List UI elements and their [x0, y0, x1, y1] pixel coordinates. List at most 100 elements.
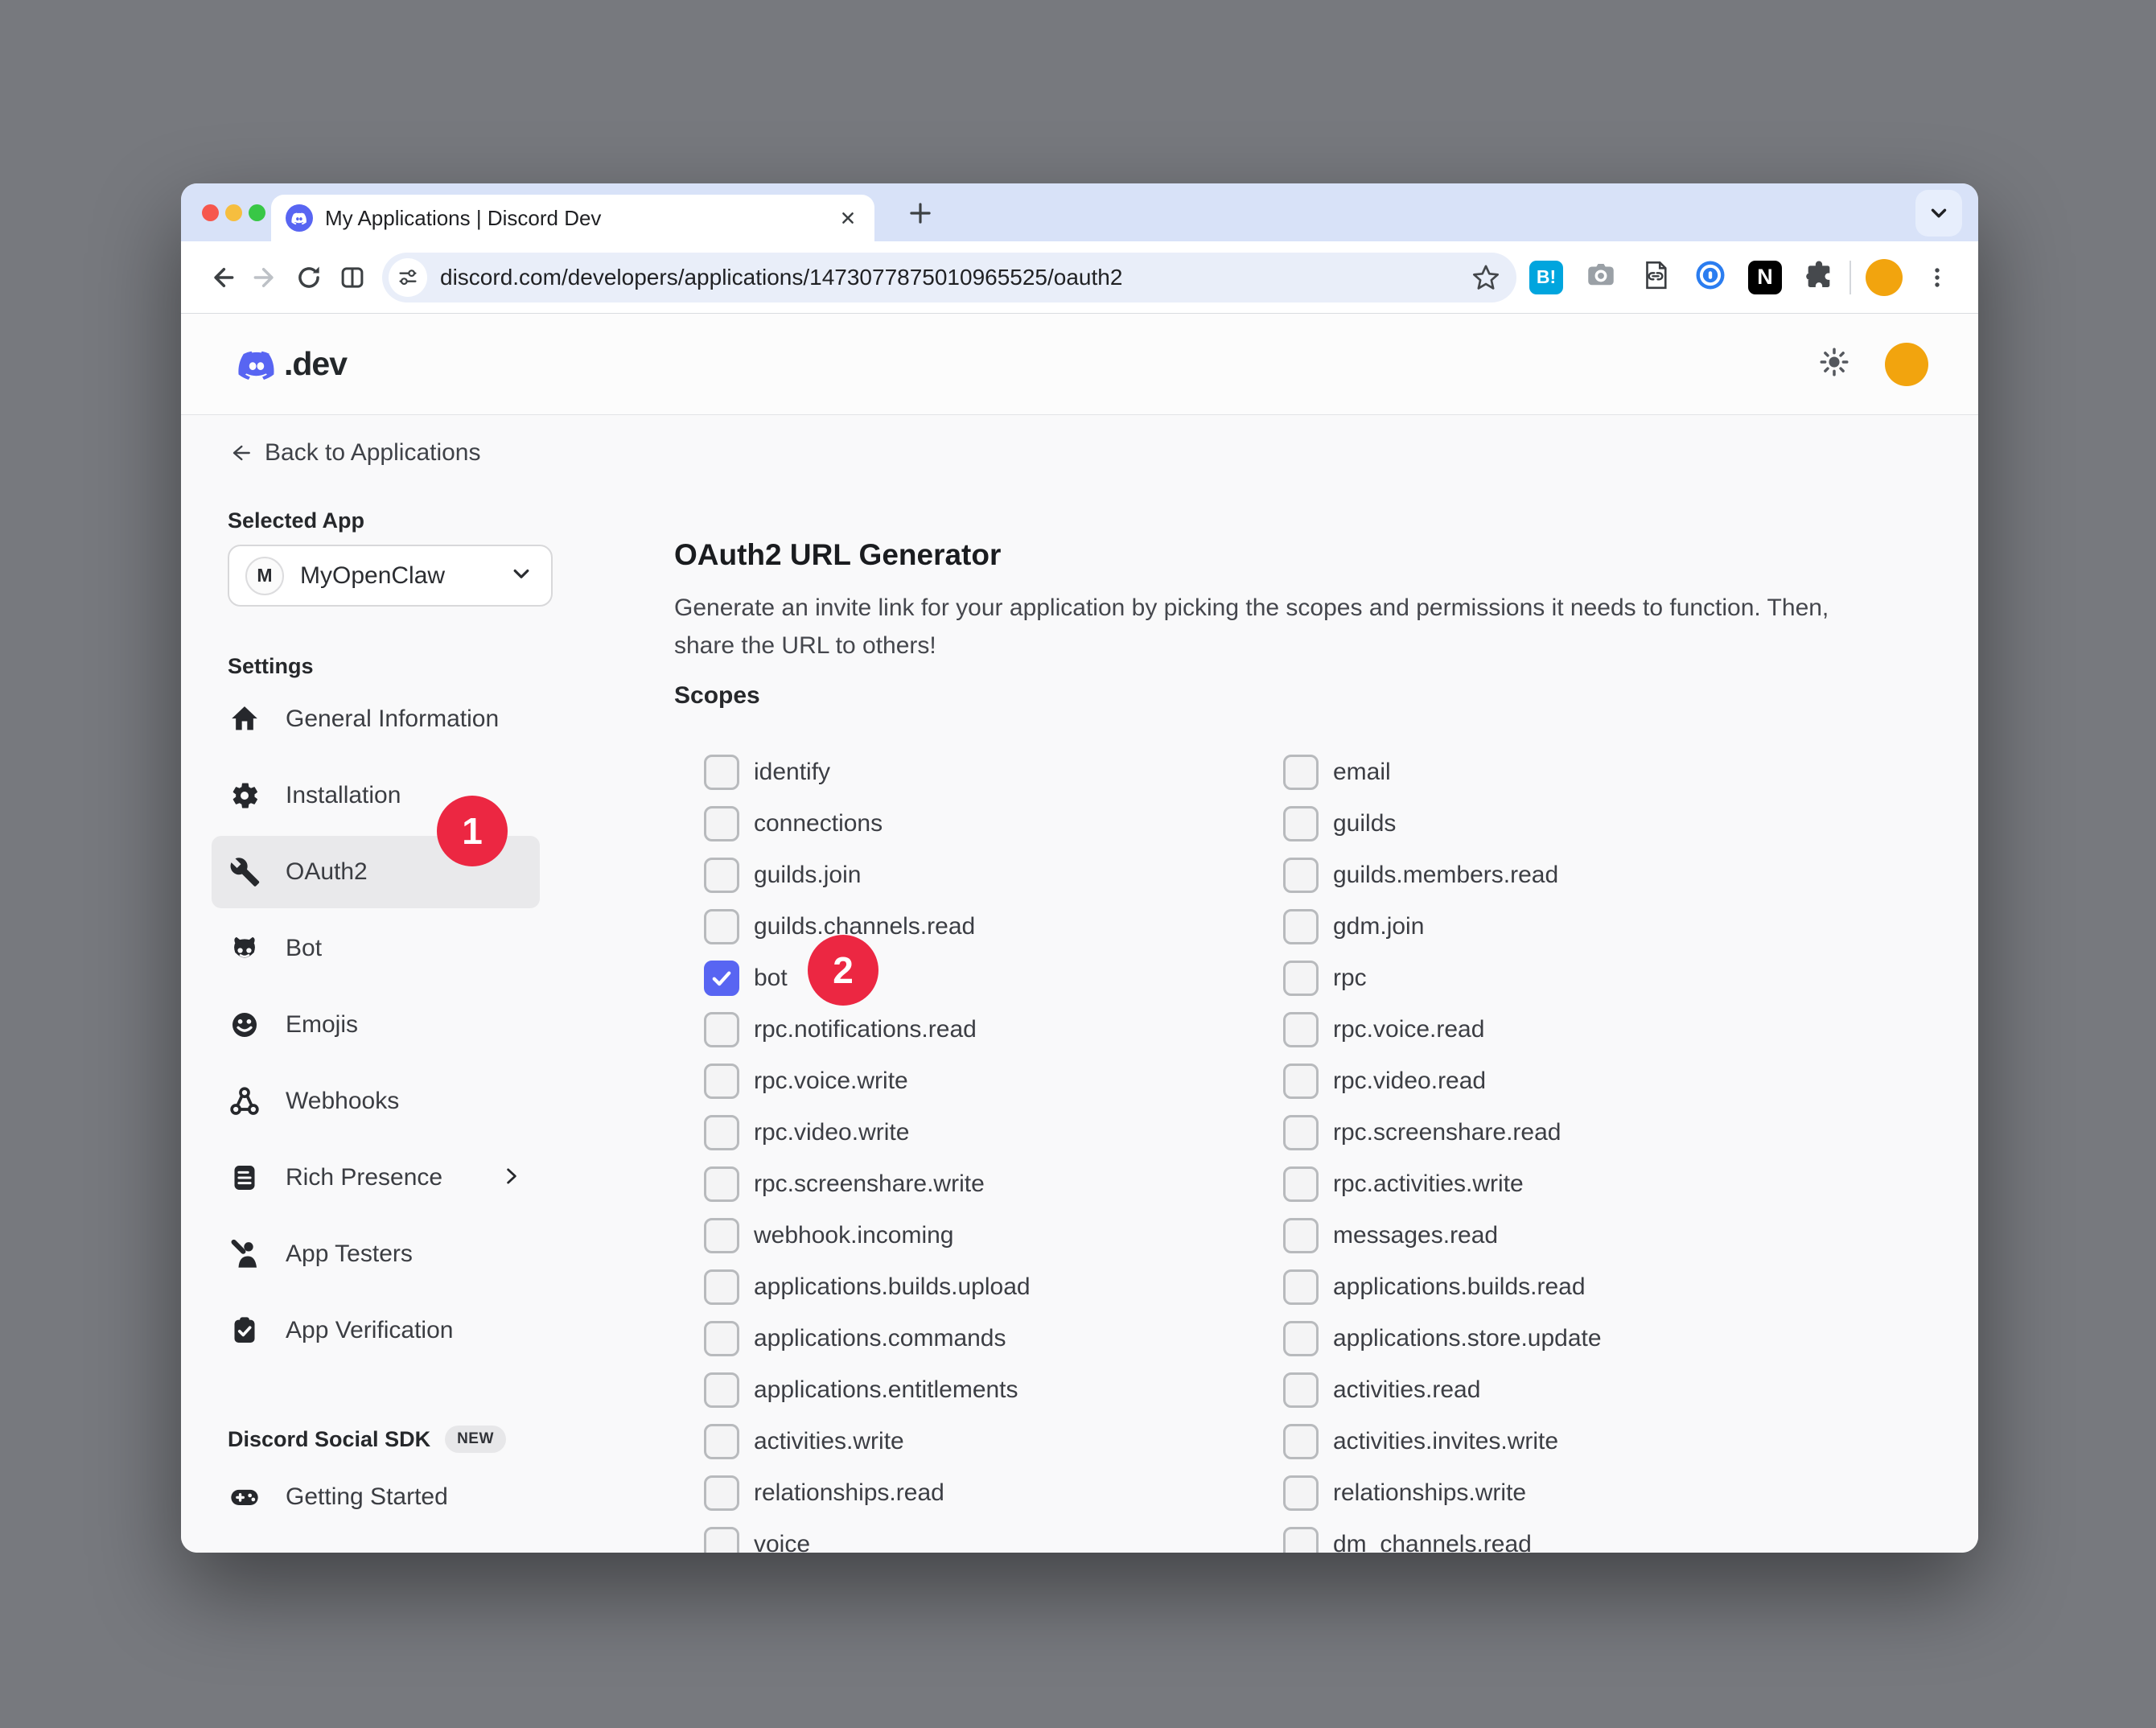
new-tab-button[interactable]: [905, 198, 936, 228]
scope-row-messages-read: messages.read: [1283, 1218, 1602, 1253]
scope-checkbox-rpc-video-read[interactable]: [1283, 1064, 1319, 1099]
social-sdk-section: Discord Social SDK NEW: [228, 1426, 611, 1453]
sidebar-item-app-testers[interactable]: App Testers: [212, 1218, 540, 1290]
scope-checkbox-voice[interactable]: [704, 1527, 739, 1553]
sidebar-item-label: Installation: [286, 782, 401, 809]
person-icon: [228, 1237, 261, 1271]
scope-checkbox-activities-read[interactable]: [1283, 1372, 1319, 1408]
reload-button[interactable]: [287, 256, 331, 299]
sidebar-item-app-verification[interactable]: App Verification: [212, 1294, 540, 1367]
bot-icon: [228, 932, 261, 965]
bookmark-star-icon[interactable]: [1470, 261, 1502, 294]
camera-extension-icon[interactable]: [1584, 258, 1618, 296]
scope-checkbox-applications-commands[interactable]: [704, 1321, 739, 1356]
gear-icon: [228, 779, 261, 813]
scope-row-applications-store-update: applications.store.update: [1283, 1321, 1602, 1356]
scope-label-activities-write: activities.write: [754, 1428, 904, 1455]
scope-row-activities-read: activities.read: [1283, 1372, 1602, 1408]
scope-row-guilds-members-read: guilds.members.read: [1283, 858, 1602, 893]
user-avatar[interactable]: [1885, 343, 1928, 386]
theme-toggle-sun-icon[interactable]: [1817, 345, 1851, 383]
scope-label-bot: bot: [754, 965, 788, 992]
chevron-right-icon: [500, 1164, 524, 1192]
doc-link-extension-icon[interactable]: [1639, 258, 1673, 296]
sidebar-item-general-information[interactable]: General Information: [212, 683, 540, 755]
sidebar-item-label: Emojis: [286, 1011, 358, 1039]
discord-dev-logo[interactable]: .dev: [231, 344, 347, 385]
scope-checkbox-rpc-voice-write[interactable]: [704, 1064, 739, 1099]
scopes-column-2: email guilds guilds.members.read gdm.join rp…: [1283, 755, 1602, 1553]
scope-checkbox-dm-channels-read[interactable]: [1283, 1527, 1319, 1553]
browser-profile-avatar[interactable]: [1866, 259, 1903, 296]
scope-row-guilds: guilds: [1283, 806, 1602, 841]
scope-checkbox-guilds[interactable]: [1283, 806, 1319, 841]
scopes-section-label: Scopes: [674, 682, 1978, 711]
scope-row-email: email: [1283, 755, 1602, 790]
sidebar-item-getting-started[interactable]: Getting Started: [212, 1461, 540, 1533]
scope-row-activities-write: activities.write: [704, 1424, 1283, 1459]
scope-label-activities-invites-write: activities.invites.write: [1333, 1428, 1558, 1455]
scope-checkbox-applications-builds-read[interactable]: [1283, 1269, 1319, 1305]
scope-checkbox-rpc[interactable]: [1283, 961, 1319, 996]
scope-checkbox-rpc-notifications-read[interactable]: [704, 1012, 739, 1047]
sidebar-item-oauth2[interactable]: OAuth21: [212, 836, 540, 908]
browser-menu-icon[interactable]: [1915, 256, 1959, 299]
scope-checkbox-rpc-video-write[interactable]: [704, 1115, 739, 1150]
scope-checkbox-relationships-write[interactable]: [1283, 1475, 1319, 1511]
scope-label-guilds-members-read: guilds.members.read: [1333, 862, 1558, 889]
back-to-applications-link[interactable]: Back to Applications: [228, 439, 611, 467]
scope-label-rpc-notifications-read: rpc.notifications.read: [754, 1016, 977, 1043]
scope-checkbox-connections[interactable]: [704, 806, 739, 841]
scope-checkbox-relationships-read[interactable]: [704, 1475, 739, 1511]
scope-checkbox-rpc-screenshare-read[interactable]: [1283, 1115, 1319, 1150]
sidebar-item-webhooks[interactable]: Webhooks: [212, 1065, 540, 1138]
back-button[interactable]: [200, 256, 244, 299]
scope-checkbox-activities-invites-write[interactable]: [1283, 1424, 1319, 1459]
side-panel-button[interactable]: [331, 256, 374, 299]
scope-row-voice: voice: [704, 1527, 1283, 1553]
maximize-window-button[interactable]: [249, 204, 265, 221]
scope-checkbox-applications-store-update[interactable]: [1283, 1321, 1319, 1356]
scope-checkbox-webhook-incoming[interactable]: [704, 1218, 739, 1253]
scope-checkbox-rpc-voice-read[interactable]: [1283, 1012, 1319, 1047]
sidebar-item-emojis[interactable]: Emojis: [212, 989, 540, 1061]
extensions-puzzle-icon[interactable]: [1803, 259, 1835, 295]
scope-checkbox-guilds-channels-read[interactable]: [704, 909, 739, 944]
scope-checkbox-gdm-join[interactable]: [1283, 909, 1319, 944]
tab-search-button[interactable]: [1915, 190, 1962, 237]
scope-label-relationships-read: relationships.read: [754, 1479, 944, 1507]
toolbar-divider: [1849, 261, 1851, 294]
scope-checkbox-rpc-screenshare-write[interactable]: [704, 1166, 739, 1202]
minimize-window-button[interactable]: [225, 204, 242, 221]
scope-checkbox-rpc-activities-write[interactable]: [1283, 1166, 1319, 1202]
site-settings-icon[interactable]: [389, 258, 427, 297]
scope-row-applications-commands: applications.commands: [704, 1321, 1283, 1356]
scope-checkbox-email[interactable]: [1283, 755, 1319, 790]
forward-button[interactable]: [244, 256, 287, 299]
scope-checkbox-activities-write[interactable]: [704, 1424, 739, 1459]
app-selector-dropdown[interactable]: M MyOpenClaw: [228, 545, 553, 607]
scope-label-webhook-incoming: webhook.incoming: [754, 1222, 953, 1249]
scope-checkbox-guilds-members-read[interactable]: [1283, 858, 1319, 893]
scope-checkbox-identify[interactable]: [704, 755, 739, 790]
tab-close-icon[interactable]: [836, 206, 860, 230]
url-text[interactable]: discord.com/developers/applications/1473…: [440, 265, 1470, 290]
scope-row-webhook-incoming: webhook.incoming: [704, 1218, 1283, 1253]
scope-row-rpc-video-read: rpc.video.read: [1283, 1064, 1602, 1099]
1password-extension-icon[interactable]: [1693, 258, 1727, 296]
browser-tab[interactable]: My Applications | Discord Dev: [271, 195, 874, 241]
scope-checkbox-guilds-join[interactable]: [704, 858, 739, 893]
url-bar[interactable]: discord.com/developers/applications/1473…: [382, 253, 1516, 302]
hatena-extension-icon[interactable]: B!: [1529, 261, 1563, 294]
scope-checkbox-messages-read[interactable]: [1283, 1218, 1319, 1253]
sidebar-nav: General InformationInstallationOAuth21Bo…: [228, 683, 611, 1367]
scope-label-gdm-join: gdm.join: [1333, 913, 1424, 940]
scope-checkbox-bot[interactable]: [704, 961, 739, 996]
sidebar-item-rich-presence[interactable]: Rich Presence: [212, 1142, 540, 1214]
notion-extension-icon[interactable]: N: [1748, 261, 1782, 294]
close-window-button[interactable]: [202, 204, 219, 221]
sidebar-item-bot[interactable]: Bot: [212, 912, 540, 985]
scope-label-applications-store-update: applications.store.update: [1333, 1325, 1602, 1352]
scope-checkbox-applications-entitlements[interactable]: [704, 1372, 739, 1408]
scope-checkbox-applications-builds-upload[interactable]: [704, 1269, 739, 1305]
